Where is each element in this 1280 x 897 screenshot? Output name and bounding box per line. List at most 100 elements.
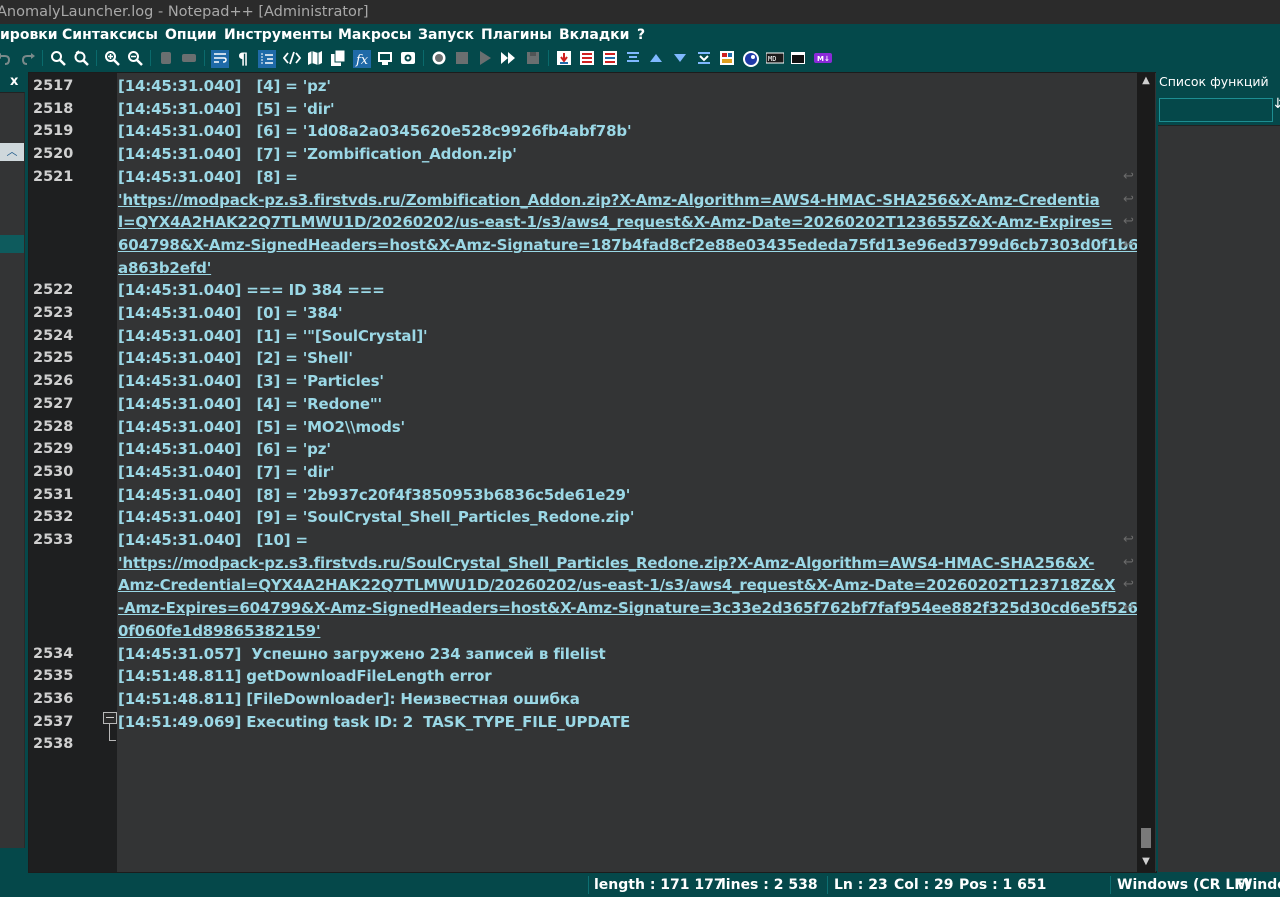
code-line[interactable]: [14:45:31.040] [1] = '"[SoulCrystal]' [118,325,428,347]
show-all-chars-icon[interactable]: ¶ [236,50,252,66]
status-encoding[interactable]: Windo [1237,876,1280,894]
status-eol[interactable]: Windows (CR LF) [1117,876,1250,894]
svg-text:MD: MD [768,55,776,63]
left-panel-list[interactable]: ︿ [0,92,25,848]
code-line[interactable]: a863b2efd' [118,257,211,279]
code-line[interactable]: [14:51:48.811] [FileDownloader]: Неизвес… [118,688,580,710]
code-line[interactable]: [14:45:31.040] [5] = 'dir' [118,98,335,120]
replace-icon[interactable] [73,50,89,66]
find-icon[interactable] [50,50,66,66]
sync-vertical-icon[interactable] [158,50,174,66]
macro-run-multiple-icon[interactable] [500,50,516,66]
sync-horizontal-icon[interactable] [181,50,197,66]
svg-text:¶: ¶ [238,50,248,66]
xml-tag-icon[interactable] [283,50,301,66]
code-line[interactable]: [14:45:31.040] [0] = '384' [118,302,343,324]
code-line[interactable]: [14:45:31.040] [6] = '1d08a2a0345620e528… [118,120,632,142]
plugin-7-icon[interactable] [696,50,712,66]
function-list[interactable] [1158,125,1280,872]
editor[interactable]: 2517 [14:45:31.040] [4] = 'pz' 2518 [14:45:… [28,72,1157,873]
code-line[interactable]: [14:45:31.040] [4] = 'Redone"' [118,393,382,415]
code-line[interactable]: [14:51:48.811] getDownloadFileLength err… [118,665,492,687]
menu-tabs[interactable]: Вкладки [559,26,630,44]
line-number [33,620,99,642]
code-line[interactable]: [14:51:49.069] Executing task ID: 2 TASK… [118,711,630,733]
chevron-up-icon[interactable]: ︿ [0,143,24,161]
plugin-4-icon[interactable] [625,50,641,66]
vertical-scrollbar[interactable]: ▲ ▼ [1137,73,1155,872]
plugin-1-icon[interactable] [556,50,572,66]
menu-encoding[interactable]: ировки [0,26,58,44]
line-number: 2528 [33,419,74,435]
code-line[interactable]: [14:45:31.040] [6] = 'pz' [118,438,331,460]
plugin-9-icon[interactable] [742,50,759,67]
menu-run[interactable]: Запуск [418,26,474,44]
scrollbar-thumb[interactable] [1141,828,1151,848]
wrap-indicator-icon: ↩ [1123,237,1134,252]
code-line[interactable]: 604798&X-Amz-SignedHeaders=host&X-Amz-Si… [118,234,1139,256]
scroll-down-icon[interactable]: ▼ [1137,854,1155,870]
folder-workspace-icon[interactable] [377,50,393,66]
line-number [33,552,99,574]
code-line[interactable]: [14:45:31.040] [7] = 'dir' [118,461,335,483]
plugin-5-icon[interactable] [648,50,664,66]
code-line[interactable]: [14:45:31.057] Успешно загружено 234 зап… [118,643,606,665]
code-line[interactable]: l=QYX4A2HAK22Q7TLMWU1D/20260202/us-east-… [118,211,1113,233]
plugin-3-icon[interactable] [602,50,618,66]
line-number: 2525 [33,350,74,366]
document-list-icon[interactable] [330,50,346,66]
code-line[interactable]: [14:45:31.040] [5] = 'MO2\\mods' [118,416,405,438]
plugin-6-icon[interactable] [672,50,688,66]
zoom-out-icon[interactable] [127,50,143,66]
code-line[interactable]: [14:45:31.040] [2] = 'Shell' [118,347,353,369]
line-number: 2535 [33,668,74,684]
code-line[interactable]: [14:45:31.040] [10] = [118,529,308,551]
fold-toggle-icon[interactable] [103,712,117,724]
code-line[interactable]: [14:45:31.040] [7] = 'Zombification_Addo… [118,143,517,165]
code-line[interactable]: [14:45:31.040] [8] = [118,166,298,188]
document-map-icon[interactable] [307,50,323,66]
scroll-up-icon[interactable]: ▲ [1137,73,1155,89]
plugin-8-icon[interactable] [719,50,735,66]
menu-tools[interactable]: Инструменты [224,26,332,44]
close-icon[interactable]: x [10,74,18,89]
menu-macros[interactable]: Макросы [338,26,411,44]
code-line[interactable]: [14:45:31.040] [3] = 'Particles' [118,370,384,392]
menu-options[interactable]: Опции [165,26,217,44]
code-line[interactable]: [14:45:31.040] [9] = 'SoulCrystal_Shell_… [118,506,634,528]
selected-item[interactable] [0,235,24,253]
menu-syntax[interactable]: Синтаксисы [62,26,158,44]
function-search-input[interactable] [1159,98,1273,122]
wrap-indicator-icon: ↩ [1123,600,1134,615]
macro-stop-icon[interactable] [454,50,470,66]
function-list-icon[interactable]: fx [353,50,371,68]
line-number [33,234,99,256]
sort-icon[interactable]: ⇵ [1274,96,1280,120]
line-number: 2523 [33,305,74,321]
code-line[interactable]: -Amz-Expires=604799&X-Amz-SignedHeaders=… [118,597,1138,619]
menu-plugins[interactable]: Плагины [481,26,552,44]
code-line[interactable]: Amz-Credential=QYX4A2HAK22Q7TLMWU1D/2026… [118,574,1115,596]
macro-record-icon[interactable] [431,50,447,66]
plugin-2-icon[interactable] [579,50,595,66]
macro-save-icon[interactable] [525,50,541,66]
indent-guide-icon[interactable] [258,50,276,68]
code-line[interactable]: 'https://modpack-pz.s3.firstvds.ru/SoulC… [118,552,1095,574]
plugin-12-icon[interactable]: M↓ [814,50,832,66]
redo-icon[interactable] [20,50,36,66]
code-line[interactable]: [14:45:31.040] [4] = 'pz' [118,75,331,97]
code-line[interactable]: [14:45:31.040] === ID 384 === [118,279,385,301]
plugin-11-icon[interactable] [790,50,806,66]
word-wrap-icon[interactable] [211,50,229,68]
code-line[interactable]: 0f060fe1d89865382159' [118,620,321,642]
undo-icon[interactable] [0,50,12,66]
menu-help[interactable]: ? [637,26,645,44]
code-line[interactable]: 'https://modpack-pz.s3.firstvds.ru/Zombi… [118,189,1100,211]
plugin-10-icon[interactable]: MD [766,50,784,66]
monitoring-icon[interactable] [400,50,416,66]
macro-play-icon[interactable] [477,50,493,66]
zoom-in-icon[interactable] [104,50,120,66]
line-number: 2534 [33,646,74,662]
wrap-indicator-icon: ↩ [1123,532,1134,547]
code-line[interactable]: [14:45:31.040] [8] = '2b937c20f4f3850953… [118,484,630,506]
